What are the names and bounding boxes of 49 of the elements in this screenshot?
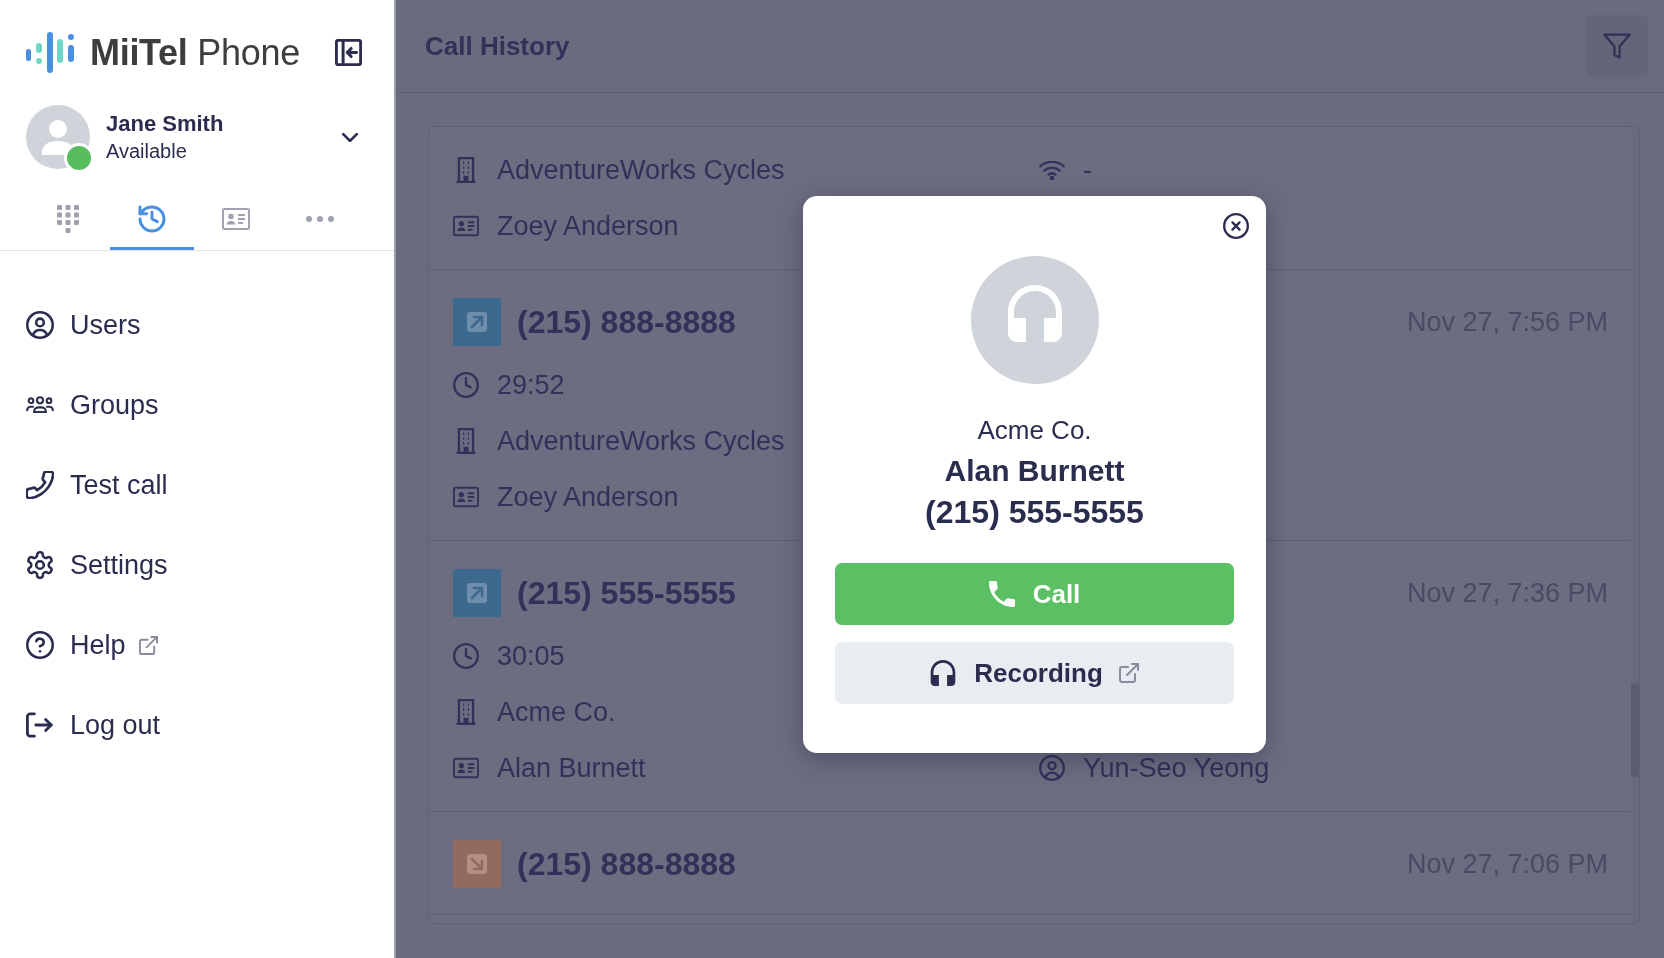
contact-name: Zoey Anderson: [497, 482, 679, 512]
company-name: AdventureWorks Cycles: [497, 155, 785, 185]
contact-card-icon: [453, 213, 479, 239]
users-menu-item[interactable]: Users: [26, 303, 141, 347]
filter-icon: [1603, 32, 1631, 60]
recording-button[interactable]: Recording: [835, 642, 1234, 704]
filter-button[interactable]: [1586, 15, 1648, 77]
company-name: AdventureWorks Cycles: [497, 426, 785, 456]
contact-card-icon: [453, 755, 479, 781]
user-circle-icon: [26, 311, 54, 339]
agent-name: Yun-Seo Yeong: [1083, 753, 1270, 783]
collapse-sidebar-icon[interactable]: [335, 39, 362, 66]
help-menu-item[interactable]: Help: [26, 623, 158, 667]
more-icon: [306, 215, 334, 222]
clock-icon: [453, 643, 479, 669]
wifi-icon: [1039, 160, 1065, 180]
close-icon[interactable]: [1223, 213, 1249, 239]
log-out-menu-item[interactable]: Log out: [26, 703, 161, 747]
history-icon: [138, 204, 166, 233]
contact-name: Alan Burnett: [497, 753, 646, 783]
phone-icon: [26, 471, 54, 499]
groups-menu-item[interactable]: Groups: [26, 383, 159, 427]
contact-card-icon: [222, 207, 250, 230]
settings-icon: [26, 551, 54, 579]
call-duration: 29:52: [497, 370, 565, 400]
company-name: Acme Co.: [977, 414, 1092, 446]
headphones-icon: [930, 660, 957, 686]
app-logo-text: MiiTel Phone: [90, 31, 300, 74]
network-status: -: [1083, 155, 1092, 185]
contact-name: Zoey Anderson: [497, 211, 679, 241]
help-icon: [26, 631, 54, 659]
user-circle-icon: [1039, 755, 1065, 781]
headphones-avatar-icon: [970, 256, 1099, 384]
dialpad-icon: [57, 204, 79, 233]
phone-icon: [988, 581, 1015, 607]
phone-number: (215) 555-5555: [925, 493, 1144, 532]
test-call-menu-item[interactable]: Test call: [26, 463, 168, 507]
contact-name: Alan Burnett: [944, 453, 1125, 489]
page-title: Call History: [425, 30, 570, 62]
settings-menu-item[interactable]: Settings: [26, 543, 168, 587]
logo-icon: [26, 32, 74, 73]
user-status: Available: [106, 139, 188, 164]
company-name: Acme Co.: [497, 697, 616, 727]
contact-card-icon: [453, 484, 479, 510]
chevron-down-icon[interactable]: [342, 132, 358, 142]
user-name: Jane Smith: [106, 110, 224, 138]
call-duration: 30:05: [497, 641, 565, 671]
log-out-icon: [26, 711, 54, 739]
clock-icon: [453, 372, 479, 398]
